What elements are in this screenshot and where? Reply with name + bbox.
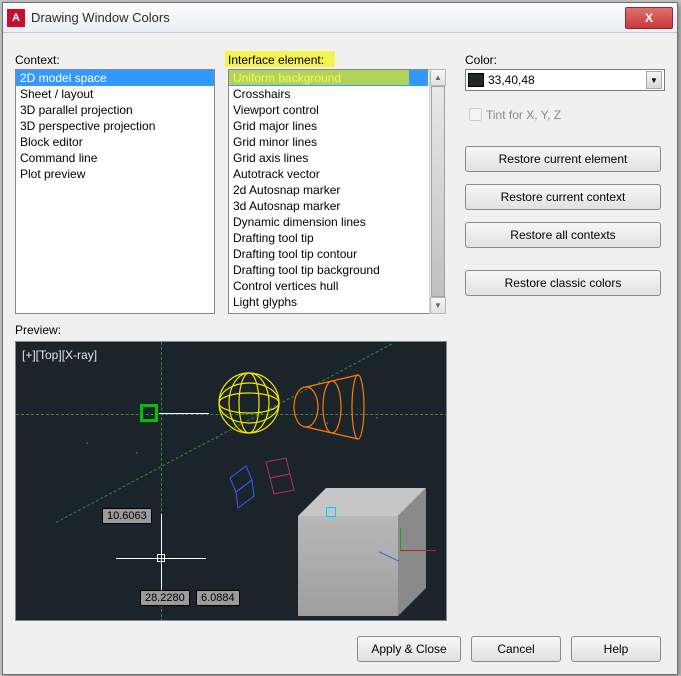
context-item[interactable]: Plot preview [16,166,214,182]
close-button[interactable]: X [625,7,673,29]
interface-item[interactable]: Grid minor lines [229,134,428,150]
context-item[interactable]: Sheet / layout [16,86,214,102]
preview-label: Preview: [15,323,61,337]
tint-label: Tint for X, Y, Z [486,108,561,122]
vertex-marker-icon [326,507,336,517]
restore-all-contexts-button[interactable]: Restore all contexts [465,222,661,248]
color-swatch-icon [468,73,484,87]
restore-current-context-button[interactable]: Restore current context [465,184,661,210]
context-item[interactable]: 3D perspective projection [16,118,214,134]
color-label: Color: [465,53,665,67]
interface-section: Interface element: Uniform backgroundCro… [228,53,446,314]
interface-label: Interface element: [228,53,446,67]
color-dropdown[interactable]: 33,40,48 ▼ [465,69,665,91]
dimension-value: 6.0884 [196,590,240,606]
context-listbox[interactable]: 2D model spaceSheet / layout3D parallel … [15,69,215,314]
dialog-buttons: Apply & Close Cancel Help [357,636,661,662]
crosshair-box-icon [157,554,165,562]
color-value: 33,40,48 [488,73,646,87]
interface-item[interactable]: 3d Autosnap marker [229,198,428,214]
interface-item[interactable]: Autotrack vector [229,166,428,182]
snap-marker-icon [140,404,158,422]
restore-current-element-button[interactable]: Restore current element [465,146,661,172]
interface-listbox-wrap: Uniform backgroundCrosshairsViewport con… [228,69,446,314]
grid-dot [216,437,218,439]
context-item[interactable]: 2D model space [16,70,214,86]
wire-blocks-icon [224,452,304,512]
context-label: Context: [15,53,215,67]
track-line [159,413,209,414]
interface-item[interactable]: Viewport control [229,102,428,118]
interface-item[interactable]: Dynamic dimension lines [229,214,428,230]
window-title: Drawing Window Colors [31,10,625,25]
grid-dot [136,452,138,454]
interface-item[interactable]: Drafting tool tip background [229,262,428,278]
interface-listbox[interactable]: Uniform backgroundCrosshairsViewport con… [228,69,446,314]
scroll-thumb[interactable] [431,86,445,297]
apply-close-button[interactable]: Apply & Close [357,636,461,662]
help-button[interactable]: Help [571,636,661,662]
grid-dot [376,417,378,419]
chevron-down-icon[interactable]: ▼ [646,71,662,89]
scroll-down-button[interactable]: ▼ [430,297,446,314]
viewport-controls-label: [+][Top][X-ray] [22,348,97,362]
interface-item[interactable]: Uniform background [229,70,428,86]
preview-viewport: [+][Top][X-ray] [15,341,447,621]
scroll-up-button[interactable]: ▲ [430,69,446,86]
restore-classic-colors-button[interactable]: Restore classic colors [465,270,661,296]
dimension-value: 28.2280 [140,590,190,606]
cube-front [298,516,398,616]
interface-item[interactable]: Crosshairs [229,86,428,102]
color-section: Color: 33,40,48 ▼ Tint for X, Y, Z Resto… [465,53,665,308]
app-logo-icon: A [7,9,25,27]
context-item[interactable]: Command line [16,150,214,166]
context-item[interactable]: Block editor [16,134,214,150]
context-section: Context: 2D model spaceSheet / layout3D … [15,53,215,314]
interface-item[interactable]: Grid axis lines [229,150,428,166]
wire-cone-icon [286,372,376,442]
grid-dot [86,442,88,444]
dimension-value: 10.6063 [102,508,152,524]
scrollbar[interactable]: ▲ ▼ [429,69,446,314]
dialog-window: A Drawing Window Colors X Context: 2D mo… [2,2,678,675]
interface-item[interactable]: Drafting tool tip [229,230,428,246]
interface-item[interactable]: Grid major lines [229,118,428,134]
interface-item[interactable]: Drafting tool tip contour [229,246,428,262]
axis-x [400,550,436,551]
dialog-content: Context: 2D model spaceSheet / layout3D … [15,43,665,662]
interface-item[interactable]: Light glyphs [229,294,428,310]
axis-y [400,528,401,550]
tint-checkbox [469,108,482,121]
titlebar: A Drawing Window Colors X [3,3,677,33]
cancel-button[interactable]: Cancel [471,636,561,662]
tint-row: Tint for X, Y, Z [465,105,665,124]
restore-buttons: Restore current element Restore current … [465,146,665,296]
interface-item[interactable]: Control vertices hull [229,278,428,294]
wire-sphere-icon [216,370,282,436]
context-item[interactable]: 3D parallel projection [16,102,214,118]
interface-item[interactable]: 2d Autosnap marker [229,182,428,198]
